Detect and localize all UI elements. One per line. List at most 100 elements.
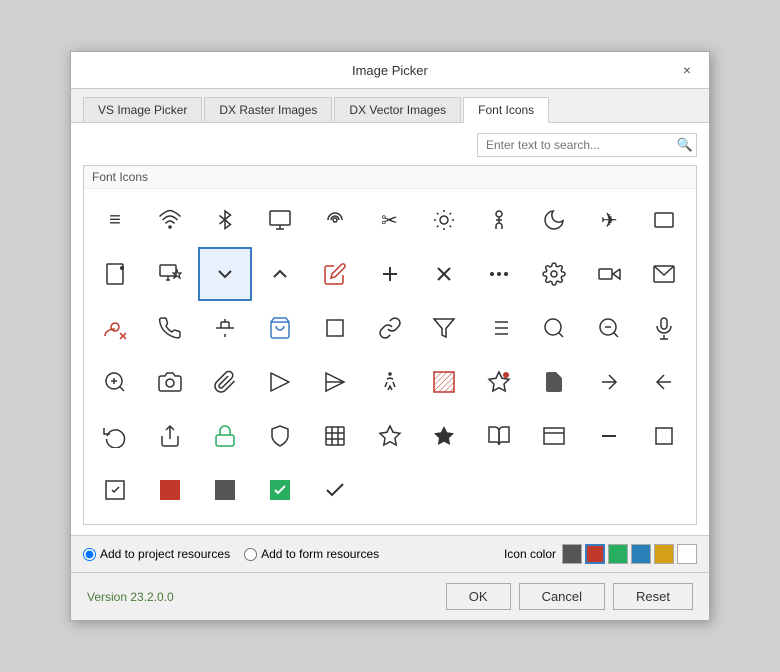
icon-cell-plus[interactable] bbox=[363, 247, 417, 301]
icon-cell-arrow-left[interactable] bbox=[637, 355, 691, 409]
icon-cell-star-filled[interactable] bbox=[417, 409, 471, 463]
icon-cell-search[interactable] bbox=[527, 301, 581, 355]
icon-cell-file[interactable] bbox=[527, 355, 581, 409]
tab-dx-vector-images[interactable]: DX Vector Images bbox=[334, 97, 461, 122]
radio-project-label: Add to project resources bbox=[100, 547, 230, 561]
radio-form-label: Add to form resources bbox=[261, 547, 379, 561]
icon-cell-wifi[interactable] bbox=[143, 193, 197, 247]
color-swatch-4[interactable] bbox=[654, 544, 674, 564]
search-input[interactable] bbox=[477, 133, 697, 157]
icon-cell-monitor-star[interactable] bbox=[143, 247, 197, 301]
icon-cell-phone[interactable] bbox=[143, 301, 197, 355]
icon-cell-star-outline[interactable] bbox=[363, 409, 417, 463]
tab-dx-raster-images[interactable]: DX Raster Images bbox=[204, 97, 332, 122]
icon-cell-tablet[interactable] bbox=[88, 247, 142, 301]
icon-cell-book[interactable] bbox=[472, 409, 526, 463]
icon-cell-more[interactable] bbox=[472, 247, 526, 301]
icon-cell-rectangle[interactable] bbox=[637, 193, 691, 247]
icon-cell-arrow-right[interactable] bbox=[582, 355, 636, 409]
icon-cell-sun[interactable] bbox=[417, 193, 471, 247]
version-text: Version 23.2.0.0 bbox=[87, 590, 174, 604]
radio-project[interactable]: Add to project resources bbox=[83, 547, 230, 561]
color-label: Icon color bbox=[504, 547, 556, 561]
color-swatch-2[interactable] bbox=[608, 544, 628, 564]
icon-cell-moon[interactable] bbox=[527, 193, 581, 247]
icon-cell-shield[interactable] bbox=[253, 409, 307, 463]
search-row: 🔍 bbox=[83, 133, 697, 157]
tab-font-icons[interactable]: Font Icons bbox=[463, 97, 549, 123]
icon-cell-user-x[interactable] bbox=[88, 301, 142, 355]
icon-cell-hatch[interactable] bbox=[417, 355, 471, 409]
icon-cell-airplane[interactable]: ✈ bbox=[582, 193, 636, 247]
footer-bar: Version 23.2.0.0 OK Cancel Reset bbox=[71, 572, 709, 620]
icon-cell-close[interactable] bbox=[417, 247, 471, 301]
title-bar: Image Picker × bbox=[71, 52, 709, 89]
icon-cell-share[interactable] bbox=[143, 409, 197, 463]
icon-cell-minus[interactable] bbox=[582, 409, 636, 463]
icon-cell-check-box[interactable] bbox=[88, 463, 142, 517]
icon-cell-settings[interactable] bbox=[527, 247, 581, 301]
icon-cell-color-red[interactable] bbox=[143, 463, 197, 517]
color-swatches bbox=[562, 544, 697, 564]
color-swatch-5[interactable] bbox=[677, 544, 697, 564]
icon-cell-color-dark[interactable] bbox=[198, 463, 252, 517]
tab-vs-image-picker[interactable]: VS Image Picker bbox=[83, 97, 202, 122]
icon-panel-wrap: Font Icons ≡✂✈ bbox=[83, 165, 697, 525]
icon-cell-menu[interactable]: ≡ bbox=[88, 193, 142, 247]
icon-cell-building[interactable] bbox=[308, 409, 362, 463]
icon-cell-bluetooth[interactable] bbox=[198, 193, 252, 247]
radio-form[interactable]: Add to form resources bbox=[244, 547, 379, 561]
icon-cell-camera[interactable] bbox=[143, 355, 197, 409]
bottom-bar: Add to project resources Add to form res… bbox=[71, 535, 709, 572]
icon-cell-person[interactable] bbox=[472, 193, 526, 247]
icon-cell-paperclip[interactable] bbox=[198, 355, 252, 409]
icon-cell-monitor[interactable] bbox=[253, 193, 307, 247]
icon-grid: ≡ ✂ ✈ bbox=[84, 189, 696, 521]
color-swatch-0[interactable] bbox=[562, 544, 582, 564]
color-swatch-1[interactable] bbox=[585, 544, 605, 564]
close-button[interactable]: × bbox=[677, 60, 697, 80]
icon-cell-list[interactable] bbox=[472, 301, 526, 355]
search-wrap: 🔍 bbox=[477, 133, 697, 157]
search-icon-button[interactable]: 🔍 bbox=[677, 137, 693, 153]
footer-buttons: OK Cancel Reset bbox=[446, 583, 693, 610]
icon-cell-mail[interactable] bbox=[637, 247, 691, 301]
icon-panel: Font Icons ≡✂✈ bbox=[83, 165, 697, 525]
icon-cell-square-outline[interactable] bbox=[308, 301, 362, 355]
radio-group: Add to project resources Add to form res… bbox=[83, 547, 379, 561]
icon-cell-rotate[interactable] bbox=[88, 409, 142, 463]
reset-button[interactable]: Reset bbox=[613, 583, 693, 610]
icon-cell-star-badge[interactable] bbox=[472, 355, 526, 409]
tabs-bar: VS Image Picker DX Raster Images DX Vect… bbox=[71, 89, 709, 123]
radio-project-input[interactable] bbox=[83, 548, 96, 561]
icon-cell-video[interactable] bbox=[582, 247, 636, 301]
icon-cell-lock[interactable] bbox=[198, 409, 252, 463]
icon-cell-bag[interactable] bbox=[253, 301, 307, 355]
icon-cell-chevron-up[interactable] bbox=[253, 247, 307, 301]
icon-cell-filter[interactable] bbox=[417, 301, 471, 355]
ok-button[interactable]: OK bbox=[446, 583, 511, 610]
color-section: Icon color bbox=[504, 544, 697, 564]
icon-cell-microphone[interactable] bbox=[637, 301, 691, 355]
content-area: 🔍 Font Icons ≡✂✈ bbox=[71, 123, 709, 535]
icon-cell-scissors[interactable]: ✂ bbox=[363, 193, 417, 247]
dialog-title: Image Picker bbox=[103, 63, 677, 78]
icon-cell-pin[interactable] bbox=[198, 301, 252, 355]
icon-cell-chevron-down[interactable] bbox=[198, 247, 252, 301]
icon-cell-link[interactable] bbox=[363, 301, 417, 355]
icon-cell-square[interactable] bbox=[637, 409, 691, 463]
radio-form-input[interactable] bbox=[244, 548, 257, 561]
icon-cell-search2[interactable] bbox=[88, 355, 142, 409]
icon-cell-broadcast[interactable] bbox=[308, 193, 362, 247]
icon-cell-walk[interactable] bbox=[363, 355, 417, 409]
icon-cell-send-filled[interactable] bbox=[308, 355, 362, 409]
icon-cell-window[interactable] bbox=[527, 409, 581, 463]
icon-cell-check[interactable] bbox=[308, 463, 362, 517]
icon-cell-send[interactable] bbox=[253, 355, 307, 409]
cancel-button[interactable]: Cancel bbox=[519, 583, 605, 610]
icon-cell-check-green[interactable] bbox=[253, 463, 307, 517]
image-picker-dialog: Image Picker × VS Image Picker DX Raster… bbox=[70, 51, 710, 621]
color-swatch-3[interactable] bbox=[631, 544, 651, 564]
icon-cell-search-minus[interactable] bbox=[582, 301, 636, 355]
icon-cell-edit[interactable] bbox=[308, 247, 362, 301]
